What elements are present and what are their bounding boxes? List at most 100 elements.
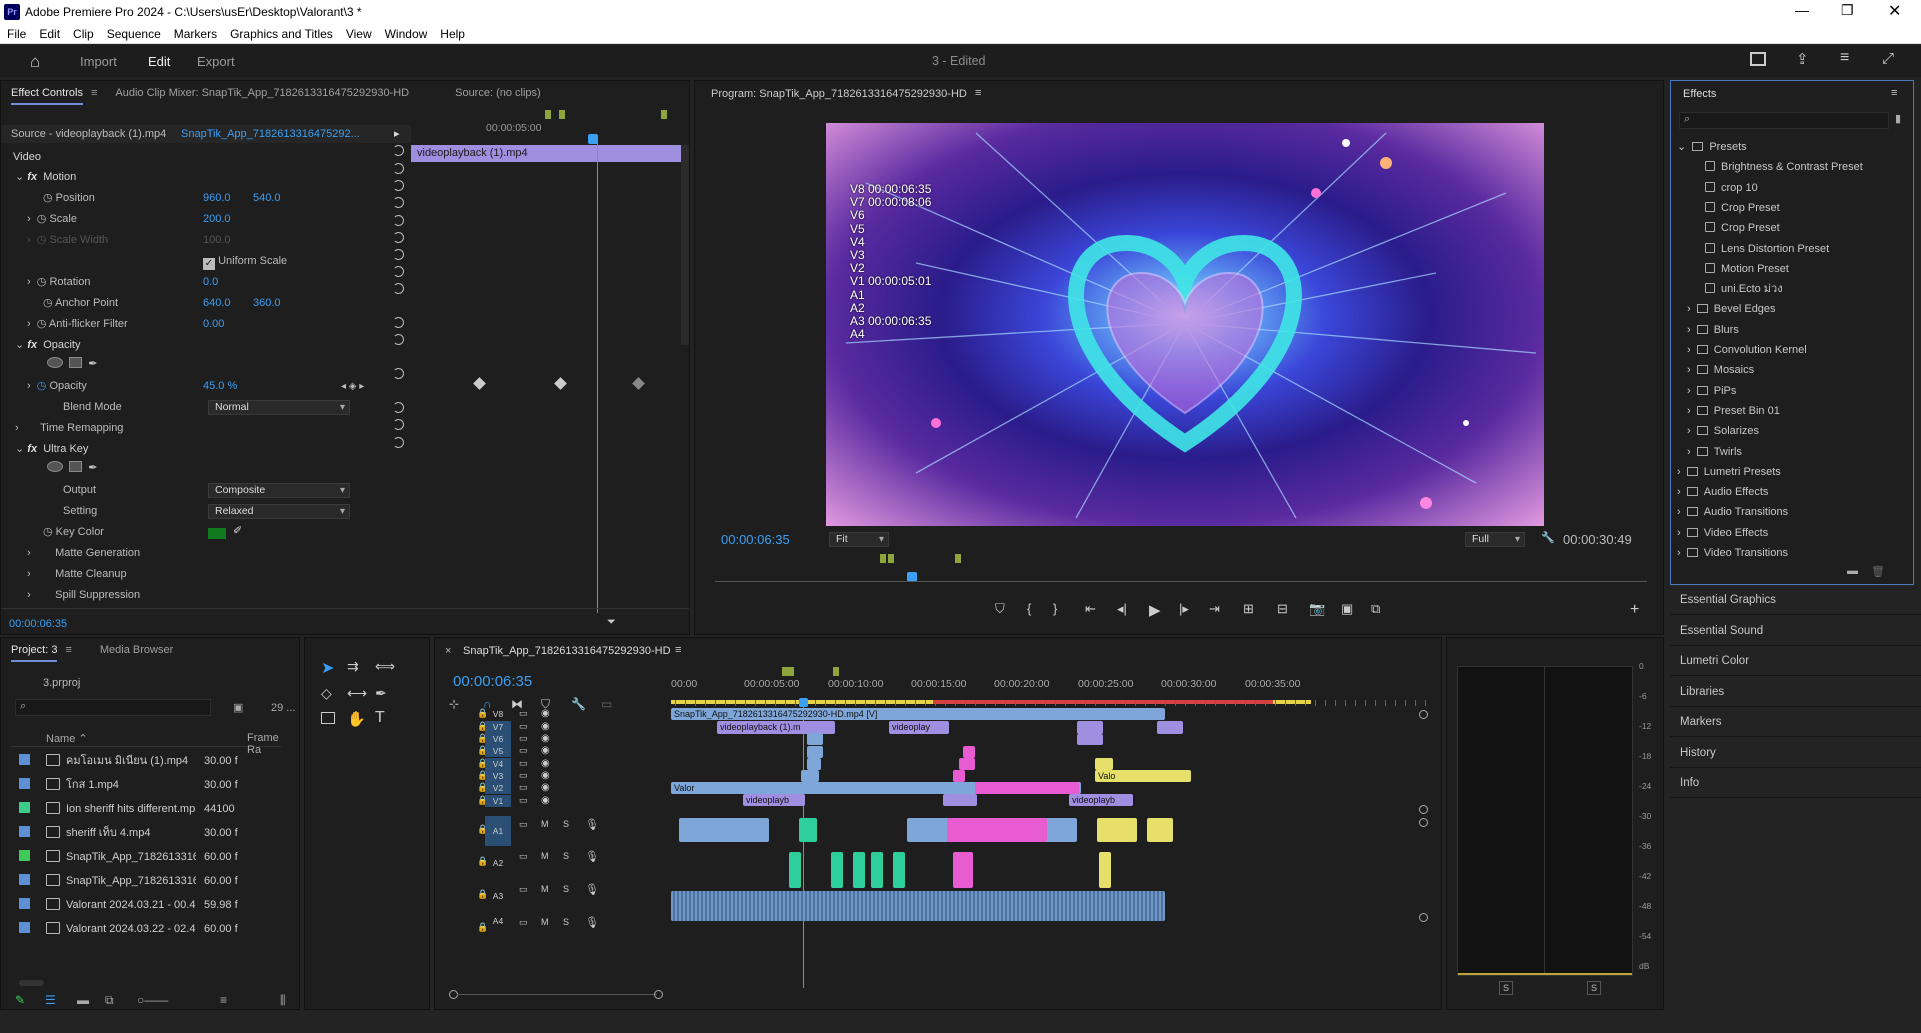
menu-window[interactable]: Window bbox=[378, 25, 434, 44]
clip-a1[interactable] bbox=[1147, 818, 1173, 842]
mic-icon[interactable]: 🎙 bbox=[585, 850, 599, 863]
export-frame-icon[interactable]: 📷 bbox=[1309, 601, 1325, 617]
anchor-row[interactable]: ◷ Anchor Point bbox=[43, 293, 118, 314]
extract-icon[interactable]: ⊟ bbox=[1277, 601, 1288, 617]
close-icon[interactable]: ✕ bbox=[1888, 1, 1901, 21]
scale-row[interactable]: › ◷ Scale bbox=[27, 209, 77, 230]
setting-select[interactable]: Relaxed bbox=[208, 504, 350, 519]
matte-clean-row[interactable]: › Matte Cleanup bbox=[27, 564, 127, 585]
sequence-selector[interactable]: SnapTik_App_7182613316475292... bbox=[181, 128, 360, 140]
keyframe-nav[interactable]: ◂ ◈ ▸ bbox=[341, 376, 364, 397]
marker[interactable] bbox=[833, 667, 839, 676]
marker[interactable] bbox=[955, 554, 961, 563]
reset-icon[interactable] bbox=[393, 368, 404, 379]
clip-a1[interactable] bbox=[1097, 818, 1137, 842]
ec-clip-bar[interactable]: videoplayback (1).mp4 bbox=[411, 145, 681, 162]
sync-lock-icon[interactable]: ▭ bbox=[519, 745, 528, 756]
home-icon[interactable]: ⌂ bbox=[30, 52, 40, 72]
import-tab[interactable]: Import bbox=[80, 54, 117, 69]
marker[interactable] bbox=[788, 667, 794, 676]
clip-a2[interactable] bbox=[1099, 852, 1111, 888]
menu-graphics[interactable]: Graphics and Titles bbox=[223, 25, 339, 44]
marker[interactable] bbox=[880, 554, 886, 563]
mute-button[interactable]: M bbox=[541, 851, 549, 861]
effects-folder[interactable]: › Audio Effects bbox=[1677, 482, 1768, 502]
preset-item[interactable]: uni.Ecto ม่วง bbox=[1705, 279, 1783, 299]
timeline-vscroll[interactable] bbox=[1419, 710, 1428, 990]
effects-search-input[interactable]: ⌕ bbox=[1679, 112, 1889, 129]
clip-a1[interactable] bbox=[799, 818, 817, 842]
project-item[interactable]: SnapTik_App_71826133164 60.00 f bbox=[11, 846, 238, 869]
ec-timeline-ruler[interactable]: 00:00:05:00 bbox=[411, 107, 686, 144]
solo-button[interactable]: S bbox=[563, 917, 569, 927]
ripple-edit-icon[interactable]: ⟺ bbox=[375, 658, 395, 675]
track-label[interactable]: V4 bbox=[485, 758, 511, 770]
clip-area[interactable]: SnapTik_App_7182613316475292930-HD.mp4 [… bbox=[671, 708, 1431, 988]
keyframe[interactable] bbox=[554, 377, 567, 390]
clip-v1[interactable]: videoplayb bbox=[743, 794, 805, 806]
position-x[interactable]: 960.0 bbox=[203, 188, 231, 209]
clip-v8[interactable]: SnapTik_App_7182613316475292930-HD.mp4 [… bbox=[671, 708, 1165, 720]
reset-icon[interactable] bbox=[393, 283, 404, 294]
track-select-icon[interactable]: ⇉ bbox=[347, 658, 359, 675]
eye-icon[interactable]: ◉ bbox=[541, 758, 550, 769]
pencil-icon[interactable]: ✎ bbox=[15, 993, 25, 1007]
timeline-hscroll[interactable] bbox=[449, 990, 1429, 999]
label-color[interactable] bbox=[19, 778, 30, 789]
mark-in-icon[interactable]: { bbox=[1027, 601, 1031, 616]
track-label[interactable]: V2 bbox=[485, 782, 511, 794]
find-icon[interactable]: ▣ bbox=[233, 701, 243, 714]
preset-folder[interactable]: › Solarizes bbox=[1687, 421, 1759, 441]
new-bin-icon[interactable]: ▮ bbox=[1895, 112, 1901, 125]
rect-mask-icon[interactable] bbox=[69, 357, 83, 368]
clip-v3[interactable]: Valo bbox=[1095, 770, 1191, 782]
rect-mask-icon[interactable] bbox=[69, 461, 83, 472]
eye-icon[interactable]: ◉ bbox=[541, 733, 550, 744]
reset-icon[interactable] bbox=[393, 232, 404, 243]
mic-icon[interactable]: 🎙 bbox=[585, 883, 599, 896]
project-item[interactable]: โกส 1.mp4 30.00 f bbox=[11, 774, 238, 797]
program-menu-icon[interactable]: ≡ bbox=[975, 87, 981, 99]
panel-tab-4[interactable]: Markers bbox=[1670, 707, 1921, 737]
delete-icon[interactable]: 🗑 bbox=[1871, 565, 1885, 578]
fullscreen-icon[interactable]: ⤢ bbox=[1882, 50, 1894, 67]
track-label[interactable]: V3 bbox=[485, 770, 511, 782]
solo-right-button[interactable]: S bbox=[1587, 981, 1601, 995]
play-icon[interactable]: ▶ bbox=[1149, 601, 1161, 619]
maximize-icon[interactable]: ❐ bbox=[1841, 2, 1854, 19]
spill-row[interactable]: › Spill Suppression bbox=[27, 585, 140, 606]
keyframe[interactable] bbox=[632, 377, 645, 390]
effects-folder[interactable]: › Lumetri Presets bbox=[1677, 462, 1781, 482]
eye-icon[interactable]: ◉ bbox=[541, 782, 550, 793]
sync-lock-icon[interactable]: ▭ bbox=[519, 733, 528, 744]
pen-mask-icon[interactable]: ✒ bbox=[88, 358, 97, 370]
menu-sequence[interactable]: Sequence bbox=[100, 25, 167, 44]
lift-icon[interactable]: ⊞ bbox=[1243, 601, 1254, 617]
effects-menu-icon[interactable]: ≡ bbox=[1891, 87, 1897, 99]
tab-media-browser[interactable]: Media Browser bbox=[80, 638, 181, 662]
fit-select[interactable]: Fit bbox=[829, 532, 889, 547]
button-editor-icon[interactable]: + bbox=[1630, 601, 1639, 619]
preset-item[interactable]: Motion Preset bbox=[1705, 259, 1789, 279]
reset-icon[interactable] bbox=[393, 180, 404, 191]
mic-icon[interactable]: 🎙 bbox=[585, 916, 599, 929]
project-item[interactable]: คมโอเมน มิเนียน (1).mp4 30.00 f bbox=[11, 750, 238, 773]
antiflicker-value[interactable]: 0.00 bbox=[203, 314, 224, 335]
eye-icon[interactable]: ◉ bbox=[541, 795, 550, 806]
matte-gen-row[interactable]: › Matte Generation bbox=[27, 543, 140, 564]
panel-tab-6[interactable]: Info bbox=[1670, 768, 1921, 798]
compare-icon[interactable]: ▣ bbox=[1341, 601, 1353, 617]
label-color[interactable] bbox=[19, 898, 30, 909]
project-item[interactable]: Ion sheriff hits different.mp3 44100 bbox=[11, 798, 235, 821]
program-video-frame[interactable]: V8 00:00:06:35 V7 00:00:08:06 V6 V5 V4 V3 V2 V1… bbox=[826, 123, 1544, 526]
preset-item[interactable]: Lens Distortion Preset bbox=[1705, 239, 1829, 259]
keyframe[interactable] bbox=[473, 377, 486, 390]
time-remap-row[interactable]: › Time Remapping bbox=[15, 418, 123, 439]
preset-folder[interactable]: › PiPs bbox=[1687, 381, 1736, 401]
panel-menu-icon[interactable]: ≡ bbox=[91, 81, 105, 105]
anchor-x[interactable]: 640.0 bbox=[203, 293, 231, 314]
reset-icon[interactable] bbox=[393, 145, 404, 156]
ultra-key-row[interactable]: ⌄ fx Ultra Key bbox=[15, 439, 88, 460]
solo-left-button[interactable]: S bbox=[1499, 981, 1513, 995]
key-color-swatch[interactable] bbox=[208, 528, 226, 539]
